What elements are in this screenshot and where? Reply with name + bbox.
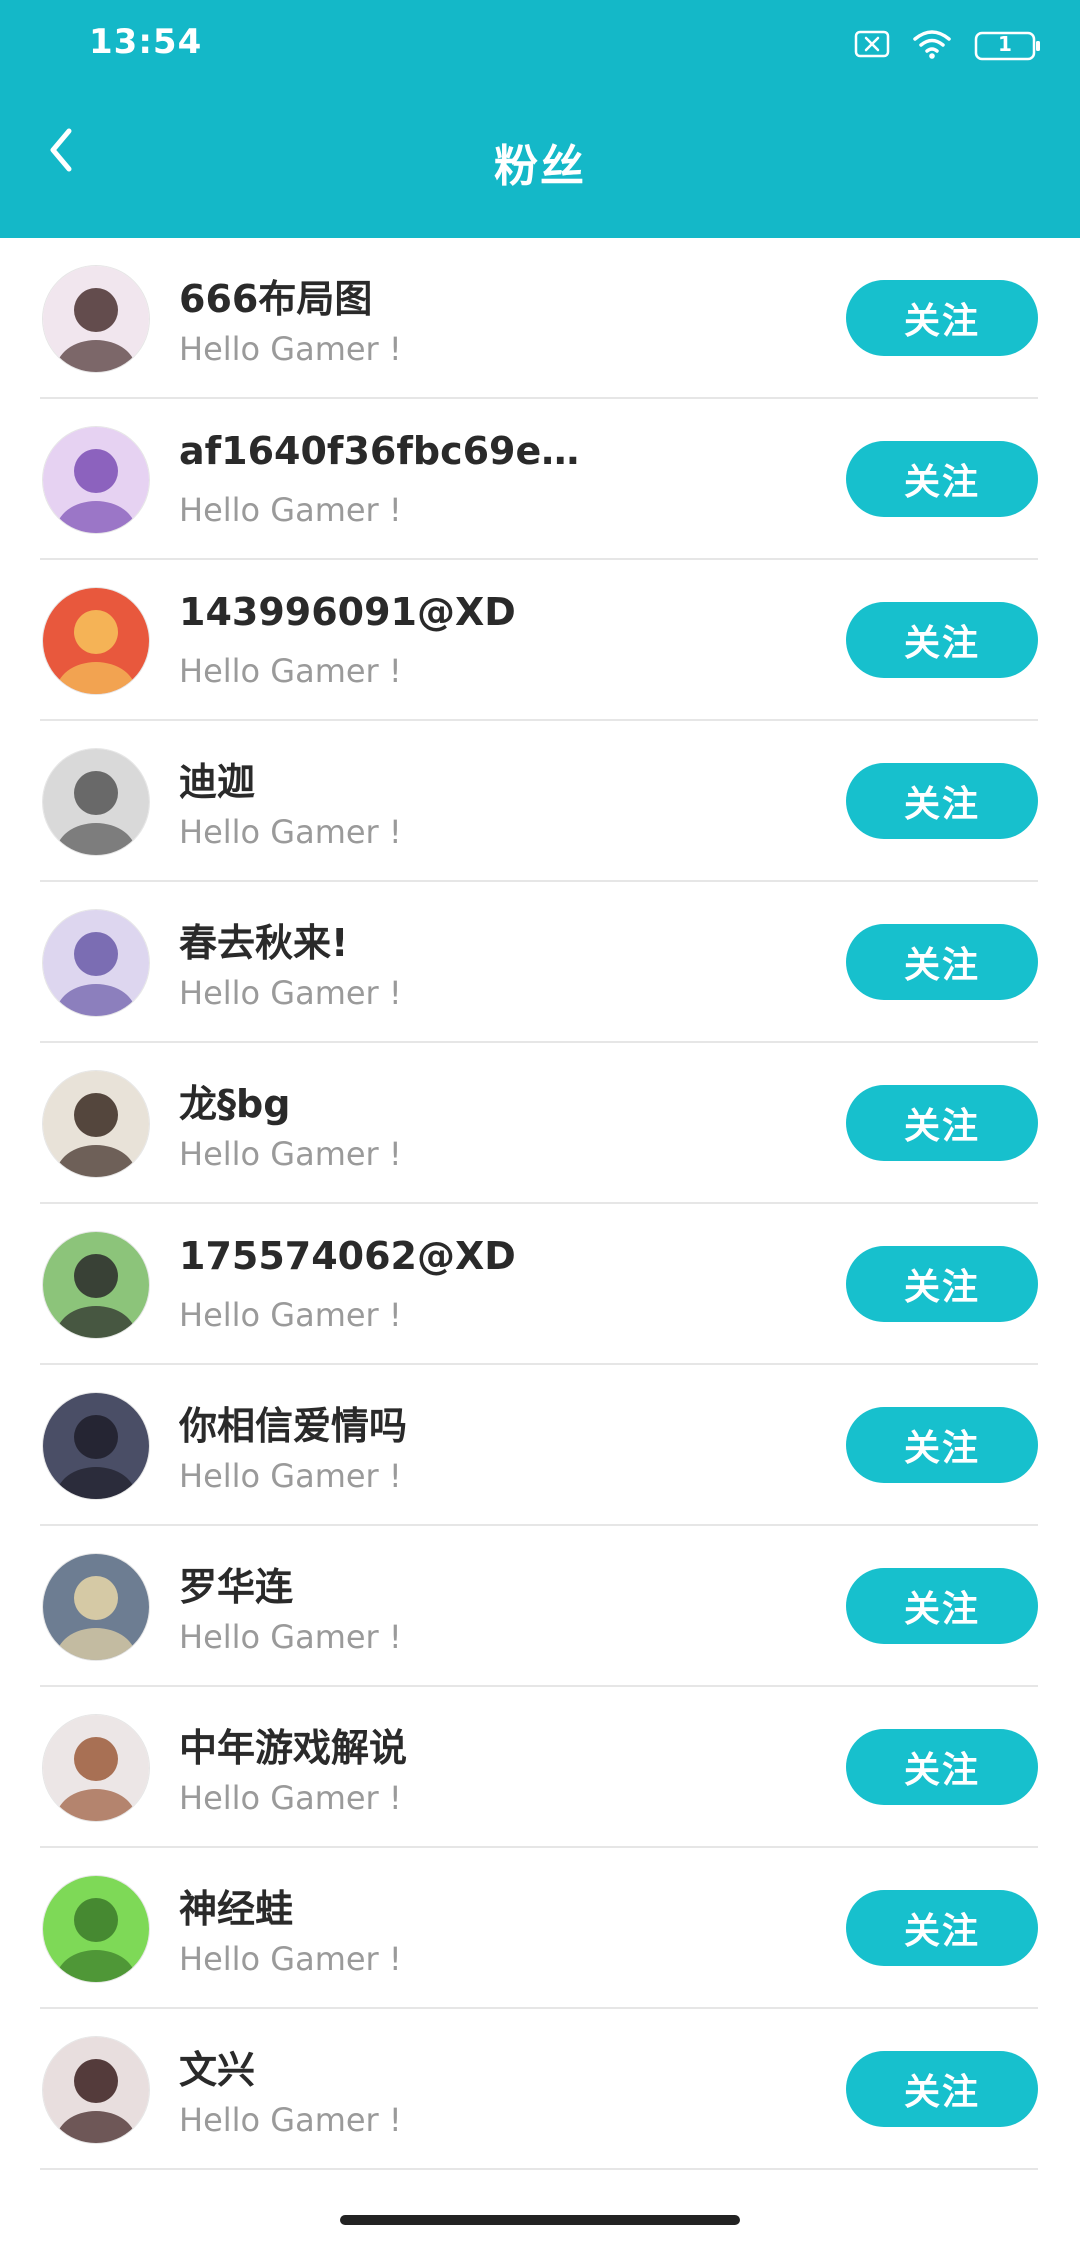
follower-row[interactable]: 罗华连 Hello Gamer ! 关注 (0, 1526, 1080, 1687)
status-bar: 13:54 1 (0, 0, 1080, 90)
avatar[interactable] (42, 1070, 150, 1178)
follow-button[interactable]: 关注 (846, 2051, 1038, 2127)
follower-row[interactable]: 666布局图 Hello Gamer ! 关注 (0, 238, 1080, 399)
follower-name: 你相信爱情吗 (179, 1404, 408, 1448)
follower-row[interactable]: 神经蛙 Hello Gamer ! 关注 (0, 1848, 1080, 2009)
follower-row[interactable]: 迪迦 Hello Gamer ! 关注 (0, 721, 1080, 882)
follower-bio: Hello Gamer ! (179, 813, 402, 851)
follower-name: 文兴 (179, 2048, 256, 2092)
follower-bio: Hello Gamer ! (179, 1940, 402, 1978)
status-icons: 1 (854, 28, 1042, 64)
avatar[interactable] (42, 1714, 150, 1822)
follower-bio: Hello Gamer ! (179, 1135, 402, 1173)
battery-level: 1 (998, 32, 1012, 56)
home-indicator[interactable] (340, 2215, 740, 2225)
follower-row[interactable]: 你相信爱情吗 Hello Gamer ! 关注 (0, 1365, 1080, 1526)
follower-name: 神经蛙 (179, 1887, 294, 1931)
follower-name: 666布局图 (179, 277, 373, 321)
follower-name: 175574062@XD (179, 1234, 516, 1278)
follow-button[interactable]: 关注 (846, 763, 1038, 839)
battery-icon: 1 (974, 31, 1042, 61)
follow-button[interactable]: 关注 (846, 1246, 1038, 1322)
avatar[interactable] (42, 909, 150, 1017)
avatar[interactable] (42, 748, 150, 856)
follow-button[interactable]: 关注 (846, 1407, 1038, 1483)
follower-bio: Hello Gamer ! (179, 652, 402, 690)
follower-bio: Hello Gamer ! (179, 491, 402, 529)
follower-name: af1640f36fbc69e7... (179, 429, 599, 473)
wifi-icon (912, 28, 952, 64)
follower-name: 中年游戏解说 (179, 1726, 408, 1770)
follow-button[interactable]: 关注 (846, 1890, 1038, 1966)
follower-bio: Hello Gamer ! (179, 330, 402, 368)
follower-list: 666布局图 Hello Gamer ! 关注 af1640f36fbc69e7...… (0, 238, 1080, 2170)
follower-name: 罗华连 (179, 1565, 294, 1609)
follower-name: 春去秋来! (179, 921, 349, 965)
follower-row[interactable]: 文兴 Hello Gamer ! 关注 (0, 2009, 1080, 2170)
avatar[interactable] (42, 265, 150, 373)
follower-bio: Hello Gamer ! (179, 1618, 402, 1656)
follow-button[interactable]: 关注 (846, 924, 1038, 1000)
avatar[interactable] (42, 587, 150, 695)
follower-name: 迪迦 (179, 760, 256, 804)
follow-button[interactable]: 关注 (846, 280, 1038, 356)
follower-bio: Hello Gamer ! (179, 1457, 402, 1495)
avatar[interactable] (42, 1231, 150, 1339)
follower-name: 143996091@XD (179, 590, 516, 634)
avatar[interactable] (42, 2036, 150, 2144)
follower-row[interactable]: af1640f36fbc69e7... Hello Gamer ! 关注 (0, 399, 1080, 560)
status-time: 13:54 (89, 22, 203, 62)
follower-row[interactable]: 中年游戏解说 Hello Gamer ! 关注 (0, 1687, 1080, 1848)
follow-button[interactable]: 关注 (846, 441, 1038, 517)
navigation-bar: 粉丝 (0, 90, 1080, 238)
avatar[interactable] (42, 1875, 150, 1983)
follower-row[interactable]: 春去秋来! Hello Gamer ! 关注 (0, 882, 1080, 1043)
avatar[interactable] (42, 426, 150, 534)
page-title: 粉丝 (494, 141, 586, 192)
follow-button[interactable]: 关注 (846, 1568, 1038, 1644)
follower-bio: Hello Gamer ! (179, 2101, 402, 2139)
follower-row[interactable]: 175574062@XD Hello Gamer ! 关注 (0, 1204, 1080, 1365)
follower-bio: Hello Gamer ! (179, 1779, 402, 1817)
follow-button[interactable]: 关注 (846, 602, 1038, 678)
follower-bio: Hello Gamer ! (179, 1296, 402, 1334)
sim-off-icon (854, 30, 890, 62)
follower-row[interactable]: 143996091@XD Hello Gamer ! 关注 (0, 560, 1080, 721)
avatar[interactable] (42, 1553, 150, 1661)
follower-row[interactable]: 龙§bg Hello Gamer ! 关注 (0, 1043, 1080, 1204)
follow-button[interactable]: 关注 (846, 1729, 1038, 1805)
follow-button[interactable]: 关注 (846, 1085, 1038, 1161)
top-header: 13:54 1 粉丝 (0, 0, 1080, 238)
follower-bio: Hello Gamer ! (179, 974, 402, 1012)
avatar[interactable] (42, 1392, 150, 1500)
follower-name: 龙§bg (179, 1082, 291, 1126)
